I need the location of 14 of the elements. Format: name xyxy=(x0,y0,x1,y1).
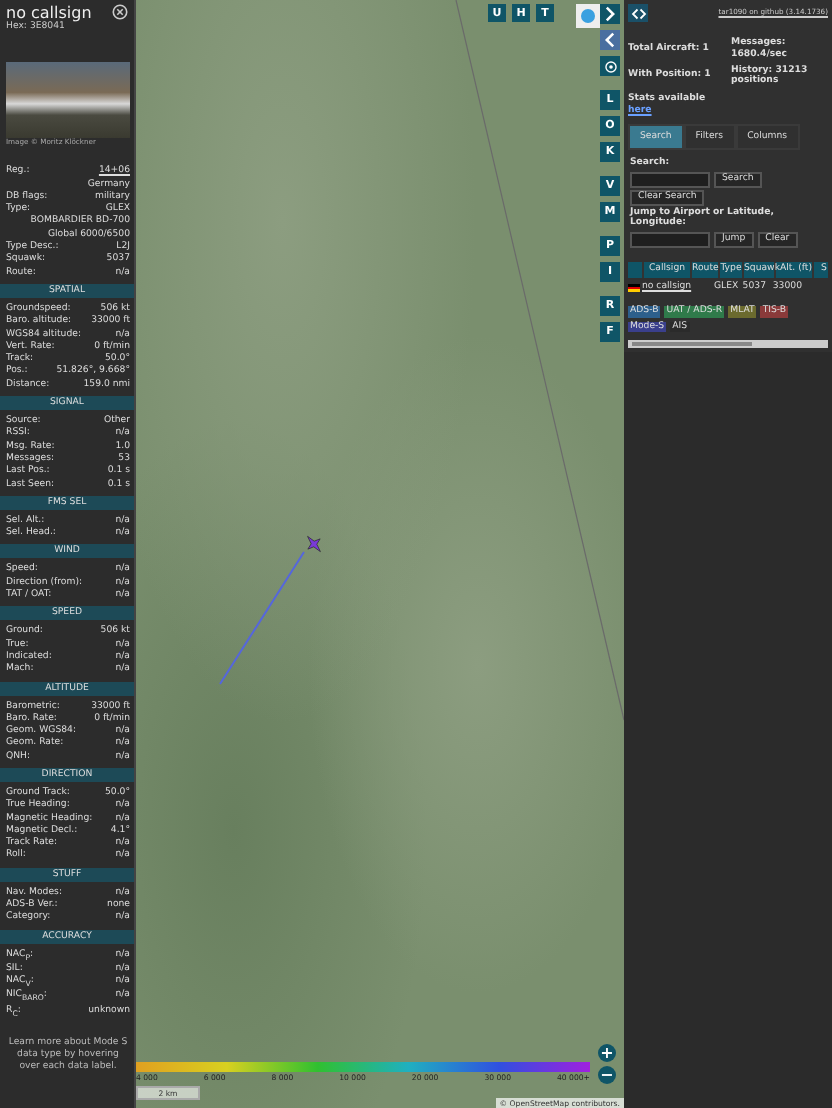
close-icon[interactable] xyxy=(112,4,130,22)
jump-field[interactable] xyxy=(630,232,710,249)
chevron-right-icon[interactable] xyxy=(600,4,620,24)
chevron-left-icon[interactable] xyxy=(600,30,620,50)
photo-placeholder xyxy=(6,62,130,139)
aircraft-icon[interactable] xyxy=(307,536,321,552)
zoom-in-button[interactable]: + xyxy=(598,1044,616,1062)
zoom-out-button[interactable]: − xyxy=(598,1066,616,1084)
aircraft-callsign: no callsign xyxy=(6,4,92,22)
flight-track xyxy=(219,551,305,685)
search-field[interactable] xyxy=(630,171,710,188)
flag-icon xyxy=(628,283,640,292)
settings-icon[interactable] xyxy=(600,56,620,76)
expand-arrows-icon[interactable] xyxy=(628,4,648,22)
